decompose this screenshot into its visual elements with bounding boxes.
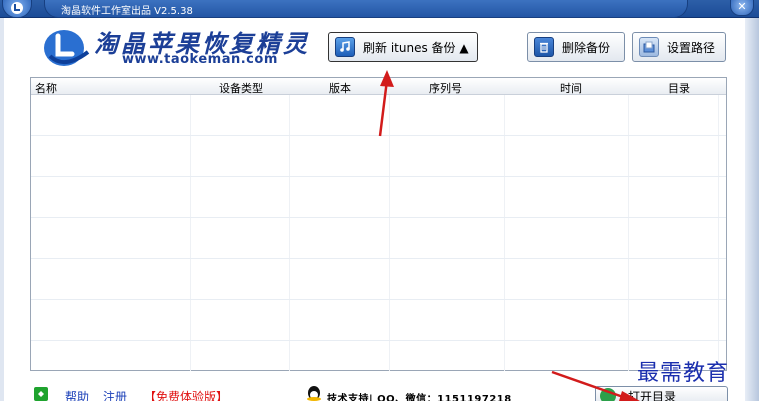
table-header: 名称 设备类型 版本 序列号 时间 目录 — [31, 78, 726, 95]
column-header-directory[interactable]: 目录 — [668, 80, 690, 96]
help-link[interactable]: 帮助 — [65, 388, 89, 401]
folder-icon — [639, 37, 659, 57]
column-header-serial[interactable]: 序列号 — [429, 80, 462, 96]
set-path-button[interactable]: 设置路径 — [632, 32, 726, 62]
column-divider — [289, 95, 290, 371]
watermark-text: 最需教育 — [637, 361, 730, 386]
help-arrow-icon — [34, 387, 48, 401]
column-divider — [389, 95, 390, 371]
column-header-name[interactable]: 名称 — [35, 80, 57, 96]
taokeman-logo-icon — [44, 30, 90, 66]
trial-badge: 【免费体验版】 — [144, 390, 229, 401]
column-divider — [190, 95, 191, 371]
qq-penguin-icon — [307, 386, 321, 401]
music-icon — [335, 37, 355, 57]
app-url: www.taokeman.com — [122, 52, 278, 67]
register-link[interactable]: 注册 — [103, 388, 127, 401]
open-directory-label: 打开目录 — [628, 389, 677, 401]
set-path-label: 设置路径 — [667, 40, 716, 55]
column-divider — [718, 95, 719, 371]
window-title: 淘晶软件工作室出品 V2.5.38 — [61, 6, 193, 17]
row-divider — [31, 340, 726, 341]
delete-label: 删除备份 — [562, 40, 611, 55]
title-tab: 淘晶软件工作室出品 V2.5.38 — [44, 0, 688, 18]
refresh-label: 刷新 itunes 备份 ▲ — [363, 40, 469, 55]
open-directory-icon — [600, 388, 616, 401]
row-divider — [31, 176, 726, 177]
column-divider — [628, 95, 629, 371]
column-header-version[interactable]: 版本 — [329, 80, 351, 96]
open-directory-button[interactable]: 打开目录 — [595, 386, 728, 401]
row-divider — [31, 258, 726, 259]
column-header-device-type[interactable]: 设备类型 — [219, 80, 263, 96]
row-divider — [31, 135, 726, 136]
refresh-itunes-backup-button[interactable]: 刷新 itunes 备份 ▲ — [328, 32, 478, 62]
backup-table[interactable]: 名称 设备类型 版本 序列号 时间 目录 — [30, 77, 727, 371]
row-divider — [31, 217, 726, 218]
trash-icon — [534, 37, 554, 57]
delete-backup-button[interactable]: 删除备份 — [527, 32, 625, 62]
close-button[interactable]: ✕ — [730, 0, 754, 16]
app-logo-icon — [11, 2, 23, 14]
row-divider — [31, 299, 726, 300]
tech-support-text: 技术支持| QQ、微信：1151197218 — [327, 394, 512, 401]
column-header-time[interactable]: 时间 — [560, 80, 582, 96]
column-divider — [504, 95, 505, 371]
window-edge — [745, 18, 759, 401]
